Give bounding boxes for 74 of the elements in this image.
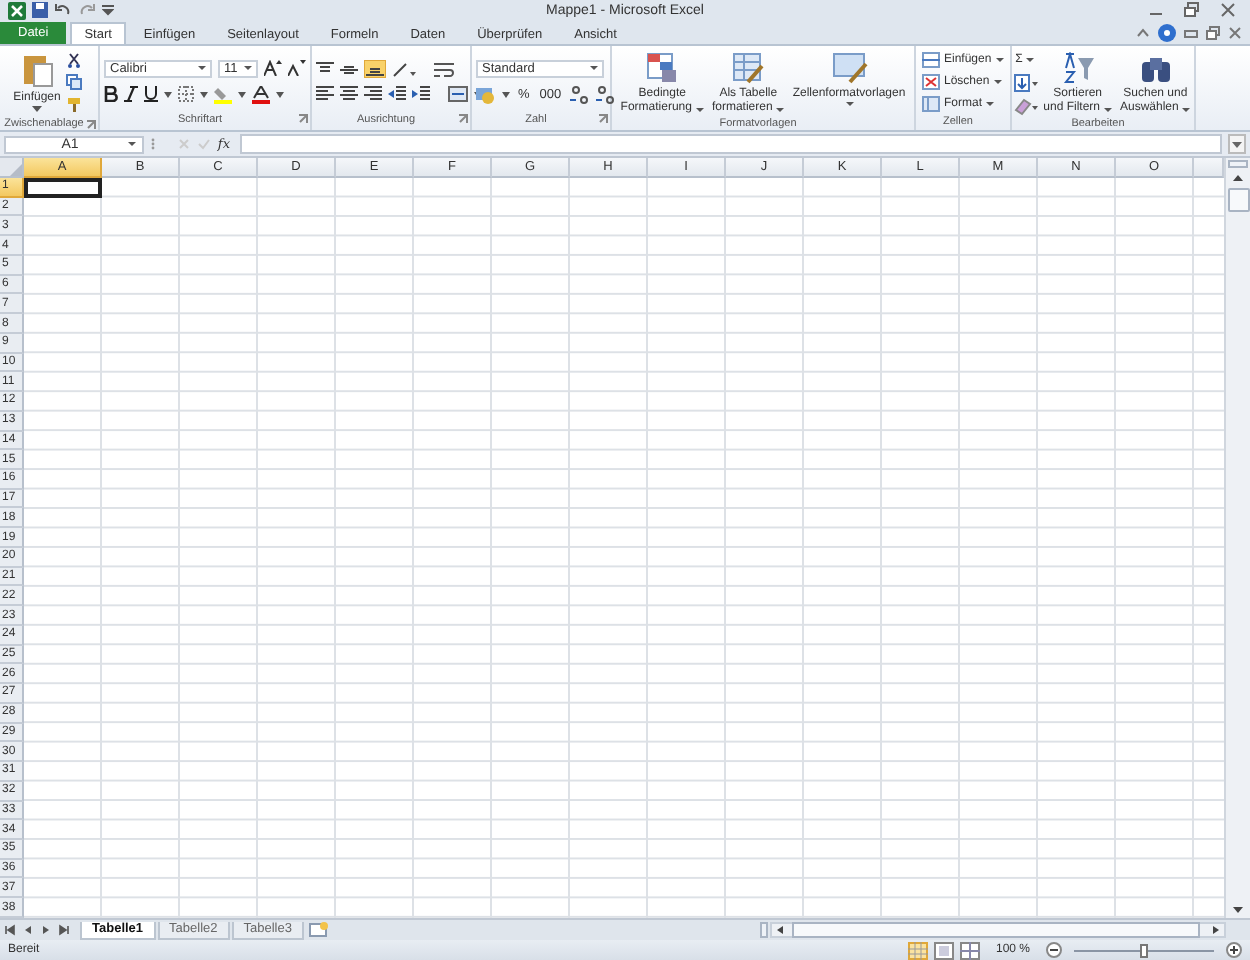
zoom-out-icon[interactable] [1046, 942, 1062, 958]
split-handle-icon[interactable] [760, 922, 768, 938]
align-bottom-icon[interactable] [364, 60, 386, 78]
close-icon[interactable] [1228, 25, 1242, 39]
delete-cells-icon [922, 74, 940, 90]
insert-cells-icon [922, 52, 940, 68]
cell-brush-icon [831, 52, 868, 84]
italic-icon[interactable] [124, 86, 138, 102]
zoom-slider-thumb[interactable] [1140, 943, 1148, 957]
copy-icon[interactable] [66, 74, 87, 90]
grow-font-icon[interactable] [264, 60, 282, 76]
save-icon[interactable] [32, 2, 48, 18]
binoculars-icon [1137, 52, 1174, 84]
customize-caret-icon[interactable] [102, 4, 114, 16]
increase-decimal-icon[interactable] [569, 85, 590, 103]
align-center-icon[interactable] [340, 86, 358, 102]
increase-indent-icon[interactable] [412, 86, 430, 102]
underline-icon[interactable] [144, 86, 158, 102]
caret-icon[interactable] [238, 91, 246, 97]
cut-icon[interactable] [66, 52, 83, 68]
scroll-thumb[interactable] [1227, 188, 1249, 212]
caret-icon[interactable] [276, 91, 284, 97]
bold-icon[interactable] [104, 86, 118, 102]
conditional-format-icon [646, 52, 679, 84]
previous-sheet-icon[interactable] [22, 924, 34, 936]
align-left-icon[interactable] [316, 86, 334, 102]
wrap-text-icon[interactable] [434, 61, 454, 77]
new-sheet-icon[interactable] [305, 922, 330, 938]
table-brush-icon [732, 52, 765, 84]
horizontal-scrollbar[interactable] [770, 922, 1226, 938]
caret-icon[interactable] [164, 91, 172, 97]
dialog-launcher-icon[interactable] [298, 114, 308, 124]
dialog-launcher-icon[interactable] [86, 119, 96, 129]
caret-icon[interactable] [502, 91, 510, 97]
split-handle-icon[interactable] [1228, 160, 1248, 168]
align-middle-icon[interactable] [340, 61, 358, 77]
decrease-decimal-icon[interactable] [595, 85, 616, 103]
expand-formula-bar-icon[interactable] [1228, 134, 1246, 154]
scroll-up-icon[interactable] [1228, 170, 1248, 186]
borders-icon[interactable] [178, 86, 194, 102]
fill-color-icon[interactable] [214, 85, 232, 103]
align-top-icon[interactable] [316, 61, 334, 77]
sort-filter-icon [1061, 52, 1094, 84]
formula-input[interactable] [240, 134, 1222, 154]
resize-handle-icon[interactable] [150, 136, 156, 152]
minimize-icon[interactable] [1184, 25, 1198, 39]
decrease-indent-icon[interactable] [388, 86, 406, 102]
help-icon[interactable] [1158, 23, 1176, 41]
page-layout-icon[interactable] [933, 941, 954, 959]
excel-logo-icon [8, 1, 26, 19]
clipboard-icon [21, 52, 53, 88]
eraser-icon[interactable] [1013, 98, 1038, 116]
zoom-in-icon[interactable] [1226, 942, 1242, 958]
fill-icon[interactable] [1013, 74, 1038, 92]
merge-center-icon[interactable] [448, 86, 468, 102]
caret-icon[interactable] [200, 91, 208, 97]
collapse-ribbon-icon[interactable] [1136, 25, 1150, 39]
undo-icon[interactable] [54, 2, 72, 18]
page-break-preview-icon[interactable] [959, 941, 980, 959]
active-cell[interactable] [24, 178, 102, 198]
shrink-font-icon[interactable] [288, 60, 306, 76]
caret-icon [32, 106, 42, 112]
orientation-icon[interactable] [392, 61, 416, 77]
next-sheet-icon[interactable] [40, 924, 52, 936]
format-cells-icon [922, 96, 940, 112]
format-painter-icon[interactable] [66, 96, 83, 112]
align-right-icon[interactable] [364, 86, 382, 102]
close-icon[interactable] [1220, 2, 1236, 18]
last-sheet-icon[interactable] [58, 924, 70, 936]
cell-grid[interactable] [24, 178, 1224, 918]
font-color-icon[interactable] [252, 85, 270, 103]
dialog-launcher-icon[interactable] [598, 114, 608, 124]
dialog-launcher-icon[interactable] [458, 114, 468, 124]
first-sheet-icon[interactable] [4, 924, 16, 936]
